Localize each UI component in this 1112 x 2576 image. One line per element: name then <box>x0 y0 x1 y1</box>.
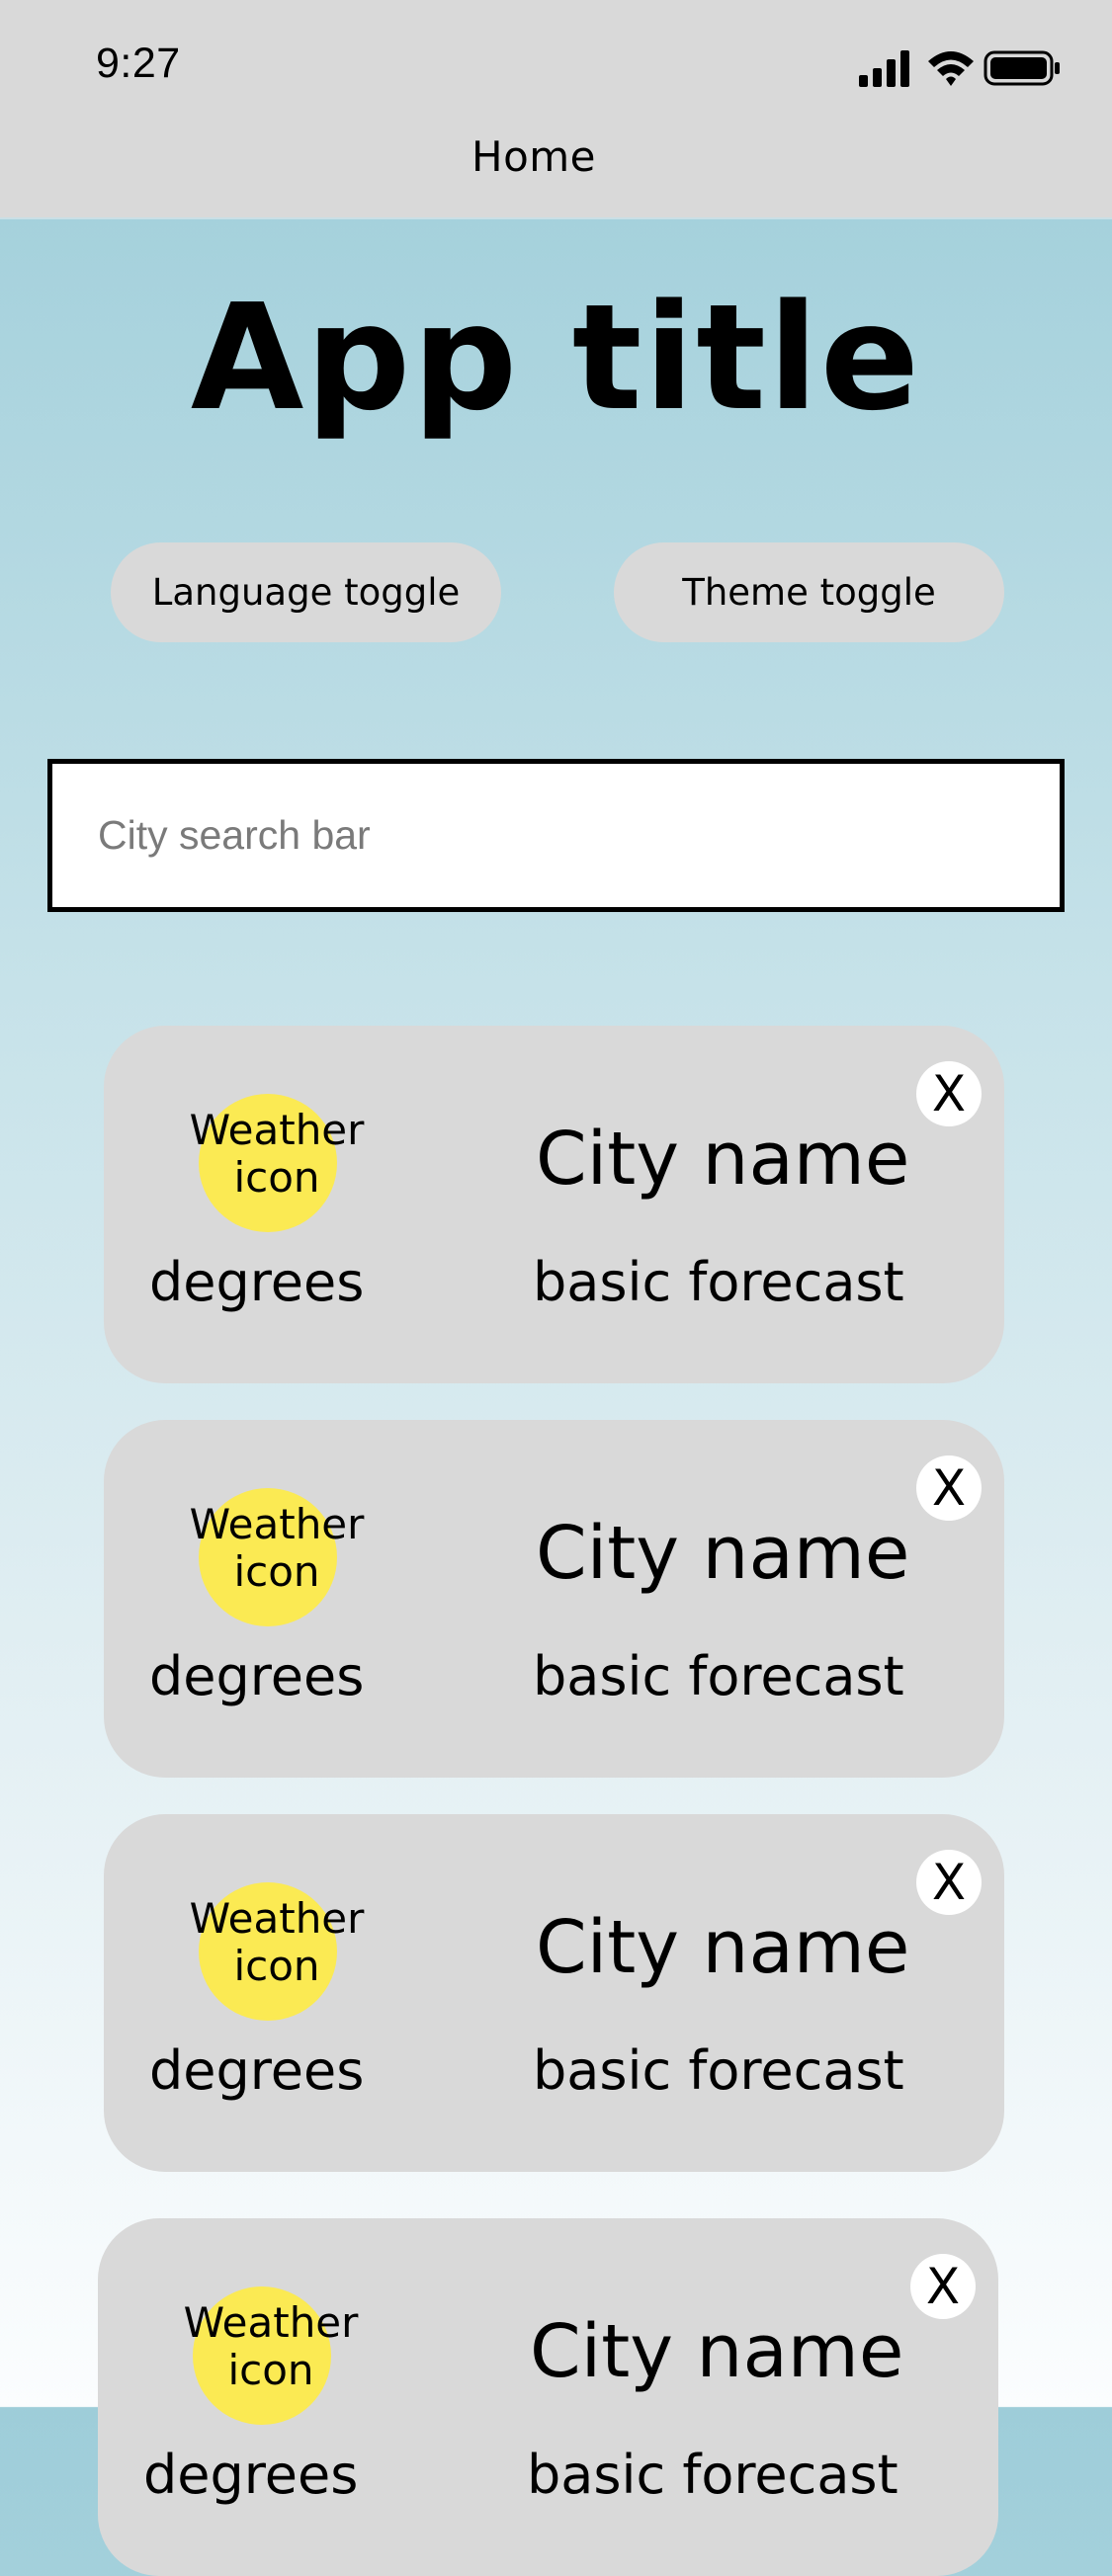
city-name: City name <box>536 1905 910 1990</box>
degrees-label: degrees <box>149 2039 365 2102</box>
remove-city-button[interactable]: X <box>916 1455 982 1521</box>
weather-icon-label: Weather icon <box>189 1106 365 1202</box>
city-search-input[interactable] <box>47 759 1065 912</box>
status-icons <box>859 50 1060 87</box>
city-name: City name <box>536 1511 910 1596</box>
status-time: 9:27 <box>96 40 181 87</box>
battery-icon <box>984 50 1060 86</box>
city-weather-card[interactable]: Weather icon degrees City name basic for… <box>104 1420 1004 1778</box>
city-weather-card[interactable]: Weather icon degrees City name basic for… <box>104 1814 1004 2172</box>
basic-forecast: basic forecast <box>533 1645 904 1707</box>
navigation-bar: 9:27 Home <box>0 0 1112 219</box>
basic-forecast: basic forecast <box>533 1251 904 1313</box>
degrees-label: degrees <box>143 2444 359 2506</box>
degrees-label: degrees <box>149 1645 365 1707</box>
city-weather-card[interactable]: Weather icon degrees City name basic for… <box>98 2218 998 2576</box>
app-title: App title <box>190 273 922 443</box>
nav-title: Home <box>470 132 597 181</box>
city-name: City name <box>530 2309 904 2394</box>
language-toggle-button[interactable]: Language toggle <box>111 542 501 642</box>
remove-city-button[interactable]: X <box>916 1850 982 1915</box>
weather-icon-label: Weather icon <box>189 1500 365 1596</box>
weather-icon-label: Weather icon <box>189 1894 365 1990</box>
degrees-label: degrees <box>149 1251 365 1313</box>
city-weather-card[interactable]: Weather icon degrees City name basic for… <box>104 1026 1004 1383</box>
cellular-signal-icon <box>859 50 909 87</box>
remove-city-button[interactable]: X <box>916 1061 982 1126</box>
basic-forecast: basic forecast <box>533 2039 904 2102</box>
theme-toggle-button[interactable]: Theme toggle <box>614 542 1004 642</box>
city-name: City name <box>536 1117 910 1202</box>
wifi-icon <box>928 51 974 86</box>
remove-city-button[interactable]: X <box>910 2254 976 2319</box>
weather-icon-label: Weather icon <box>183 2298 359 2394</box>
basic-forecast: basic forecast <box>527 2444 898 2506</box>
